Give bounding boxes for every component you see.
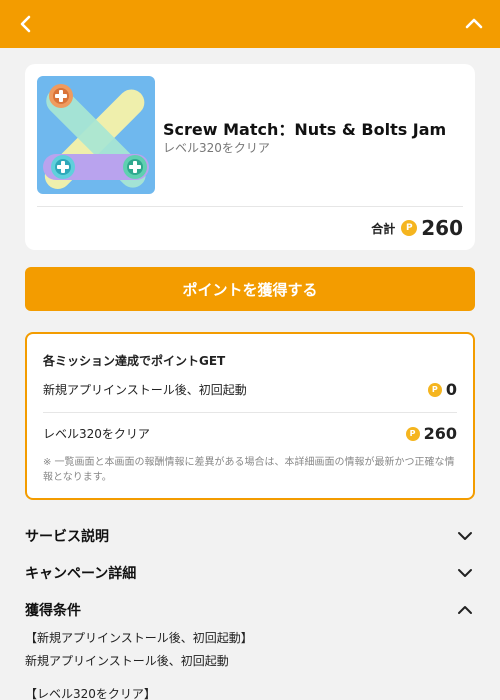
condition-text: 新規アプリインストール後、初回起動 [25,654,229,668]
divider [43,412,457,413]
section-campaign-details[interactable]: キャンペーン詳細 [25,563,475,583]
mission-points: 0 [427,380,457,399]
mission-points-value: 260 [423,424,457,443]
point-coin-icon [401,220,418,236]
condition-heading: 【レベル320をクリア】 [25,687,156,700]
missions-note: ※ 一覧画面と本画面の報酬情報に差異がある場合は、本詳細画面の情報が最新かつ正確… [43,457,455,483]
divider [37,206,463,207]
total-points: 合計 260 [371,216,463,240]
get-points-button[interactable]: ポイントを獲得する [25,267,475,311]
section-title: 獲得条件 [25,603,81,619]
section-acquisition-conditions[interactable]: 獲得条件 [25,600,475,620]
mission-label: 新規アプリインストール後、初回起動 [43,383,247,397]
app-card: Screw Match：Nuts & Bolts Jam レベル320をクリア … [25,64,475,250]
point-coin-icon [427,382,442,397]
app-title: Screw Match：Nuts & Bolts Jam [163,120,447,139]
missions-box: 各ミッション達成でポイントGET 新規アプリインストール後、初回起動 0 レベル… [25,332,475,500]
missions-heading: 各ミッション達成でポイントGET [43,354,226,368]
top-bar [0,0,500,48]
mission-points: 260 [405,424,457,443]
back-chevron-left-icon[interactable] [12,10,40,38]
section-title: キャンペーン詳細 [25,566,137,582]
app-subtitle: レベル320をクリア [163,141,270,155]
chevron-up-icon [455,600,475,620]
total-value: 260 [421,216,463,240]
condition-heading: 【新規アプリインストール後、初回起動】 [25,631,253,645]
app-icon[interactable] [37,76,155,194]
mission-points-value: 0 [445,380,457,399]
mission-row: 新規アプリインストール後、初回起動 0 [43,380,457,399]
total-label: 合計 [371,221,396,236]
chevron-down-icon [455,563,475,583]
mission-label: レベル320をクリア [43,427,150,441]
section-title: サービス説明 [25,529,109,545]
section-service-description[interactable]: サービス説明 [25,526,475,546]
collapse-chevron-up-icon[interactable] [460,10,488,38]
chevron-down-icon [455,526,475,546]
point-coin-icon [405,426,420,441]
mission-row: レベル320をクリア 260 [43,424,457,443]
